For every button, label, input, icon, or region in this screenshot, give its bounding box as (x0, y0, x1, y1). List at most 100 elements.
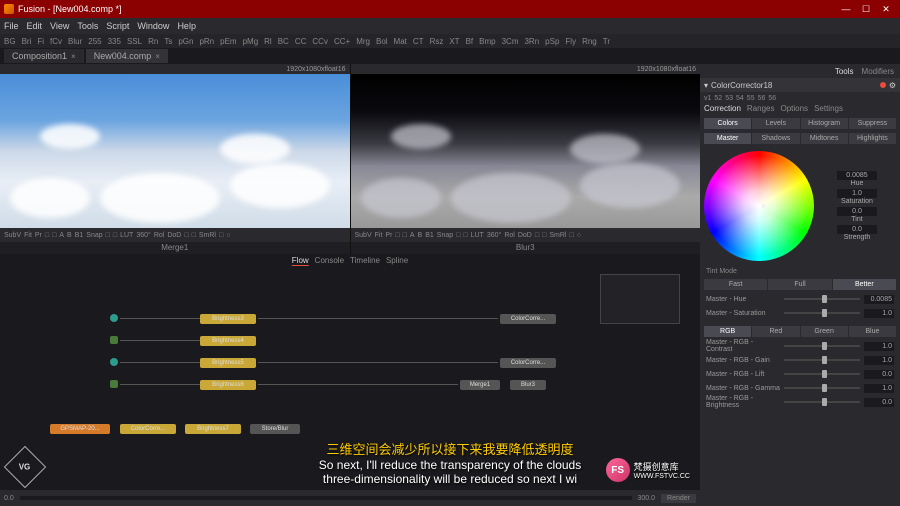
viewer-tool[interactable]: □ (52, 232, 56, 239)
shelf-3cm[interactable]: 3Cm (502, 37, 519, 46)
render-button[interactable]: Render (661, 494, 696, 503)
menu-view[interactable]: View (50, 21, 69, 31)
shelf-rsz[interactable]: Rsz (430, 37, 444, 46)
viewer-tool[interactable]: □ (219, 232, 223, 239)
tab-rgb[interactable]: RGB (704, 326, 751, 337)
flow-tab-flow[interactable]: Flow (292, 256, 309, 266)
shelf-335[interactable]: 335 (108, 37, 121, 46)
viewer-tool[interactable]: □ (403, 232, 407, 239)
shelf-xt[interactable]: XT (449, 37, 459, 46)
menu-window[interactable]: Window (137, 21, 169, 31)
viewer-b[interactable]: 1920x1080xfloat16 SubVFitPr□□ABB1Snap□□L… (351, 64, 701, 254)
viewer-tool[interactable]: Snap (86, 232, 102, 239)
shelf-pmg[interactable]: pMg (243, 37, 259, 46)
shelf-ssl[interactable]: SSL (127, 37, 142, 46)
tab-red[interactable]: Red (752, 326, 799, 337)
menu-help[interactable]: Help (177, 21, 196, 31)
tint-full[interactable]: Full (768, 279, 831, 290)
version-53[interactable]: 53 (725, 95, 733, 102)
shelf-rl[interactable]: Rl (264, 37, 272, 46)
color-wheel[interactable] (704, 151, 814, 261)
viewer-tool[interactable]: LUT (120, 232, 133, 239)
close-icon[interactable]: × (155, 52, 160, 61)
inspector-node-title[interactable]: ▾ ColorCorrector18 ⚙ (700, 78, 900, 92)
shelf-tr[interactable]: Tr (603, 37, 610, 46)
shelf-cc+[interactable]: CC+ (334, 37, 350, 46)
tab-colors[interactable]: Colors (704, 118, 751, 129)
shelf-pem[interactable]: pEm (220, 37, 236, 46)
shelf-bol[interactable]: Bol (376, 37, 388, 46)
viewer-tool[interactable]: Fit (24, 232, 32, 239)
viewer-a[interactable]: 1920x1080xfloat16 SubVFitPr□□ABB1Snap□□L… (0, 64, 350, 254)
slider-master-rgb-lift[interactable]: Master - RGB - Lift0.0 (700, 367, 900, 381)
tab-levels[interactable]: Levels (752, 118, 799, 129)
node-source[interactable] (110, 358, 118, 366)
node-source[interactable] (110, 336, 118, 344)
node-store[interactable]: Store/Blur (250, 424, 300, 434)
flow-navigator[interactable] (600, 274, 680, 324)
strength-value[interactable]: 0.0 (837, 225, 877, 234)
menu-script[interactable]: Script (106, 21, 129, 31)
menu-tools[interactable]: Tools (77, 21, 98, 31)
color-dot-icon[interactable] (880, 82, 886, 88)
node-colorcorrect[interactable]: ColorCorre... (120, 424, 176, 434)
tab-composition1[interactable]: Composition1× (4, 49, 84, 63)
viewer-tool[interactable]: □ (395, 232, 399, 239)
viewer-tool[interactable]: DoD (167, 232, 181, 239)
shelf-bf[interactable]: Bf (466, 37, 474, 46)
viewer-tool[interactable]: B1 (75, 232, 84, 239)
tab-blue[interactable]: Blue (849, 326, 896, 337)
shelf-bg[interactable]: BG (4, 37, 16, 46)
shelf-psp[interactable]: pSp (545, 37, 559, 46)
viewer-tool[interactable]: ○ (226, 232, 230, 239)
slider-master-saturation[interactable]: Master - Saturation1.0 (700, 306, 900, 320)
tint-fast[interactable]: Fast (704, 279, 767, 290)
node-brightness7[interactable]: Brightness7 (185, 424, 241, 434)
node-brightness6[interactable]: Brightness6 (200, 380, 256, 390)
version-56[interactable]: 56 (758, 95, 766, 102)
shelf-cc[interactable]: CC (295, 37, 307, 46)
viewer-tool[interactable]: □ (113, 232, 117, 239)
node-gpsmap[interactable]: GPSMAP-20... (50, 424, 110, 434)
slider-master-rgb-contrast[interactable]: Master - RGB - Contrast1.0 (700, 339, 900, 353)
shelf-3rn[interactable]: 3Rn (524, 37, 539, 46)
version-56[interactable]: 56 (768, 95, 776, 102)
viewer-tool[interactable]: B1 (425, 232, 434, 239)
tint-better[interactable]: Better (833, 279, 896, 290)
viewer-tool[interactable]: □ (535, 232, 539, 239)
shelf-blur[interactable]: Blur (68, 37, 82, 46)
shelf-mat[interactable]: Mat (394, 37, 407, 46)
viewer-tool[interactable]: Pr (385, 232, 392, 239)
tint-value[interactable]: 0.0 (837, 207, 877, 216)
version-55[interactable]: 55 (747, 95, 755, 102)
viewer-tool[interactable]: 360° (487, 232, 501, 239)
shelf-fly[interactable]: Fly (565, 37, 576, 46)
node-blur[interactable]: Blur3 (510, 380, 546, 390)
tab-correction[interactable]: Correction (704, 104, 741, 116)
flow-tab-console[interactable]: Console (315, 256, 344, 266)
shelf-rn[interactable]: Rn (148, 37, 158, 46)
shelf-bc[interactable]: BC (278, 37, 289, 46)
flow-tab-spline[interactable]: Spline (386, 256, 408, 266)
menu-edit[interactable]: Edit (27, 21, 43, 31)
viewer-tool[interactable]: Rol (154, 232, 165, 239)
tab-shadows[interactable]: Shadows (752, 133, 799, 144)
slider-master-rgb-brightness[interactable]: Master - RGB - Brightness0.0 (700, 395, 900, 409)
node-source[interactable] (110, 380, 118, 388)
node-source[interactable] (110, 314, 118, 322)
tab-green[interactable]: Green (801, 326, 848, 337)
viewer-tool[interactable]: SmRl (549, 232, 566, 239)
shelf-fcv[interactable]: fCv (50, 37, 62, 46)
tab-new004[interactable]: New004.comp× (86, 49, 168, 63)
viewer-tool[interactable]: □ (184, 232, 188, 239)
node-brightness4[interactable]: Brightness4 (200, 336, 256, 346)
viewer-tool[interactable]: 360° (136, 232, 150, 239)
viewer-tool[interactable]: SmRl (199, 232, 216, 239)
shelf-ccv[interactable]: CCv (312, 37, 328, 46)
viewer-tool[interactable]: DoD (518, 232, 532, 239)
version-54[interactable]: 54 (736, 95, 744, 102)
viewer-tool[interactable]: LUT (471, 232, 484, 239)
viewer-tool[interactable]: Fit (375, 232, 383, 239)
viewer-tool[interactable]: A (410, 232, 415, 239)
slider-master-rgb-gamma[interactable]: Master - RGB - Gamma1.0 (700, 381, 900, 395)
